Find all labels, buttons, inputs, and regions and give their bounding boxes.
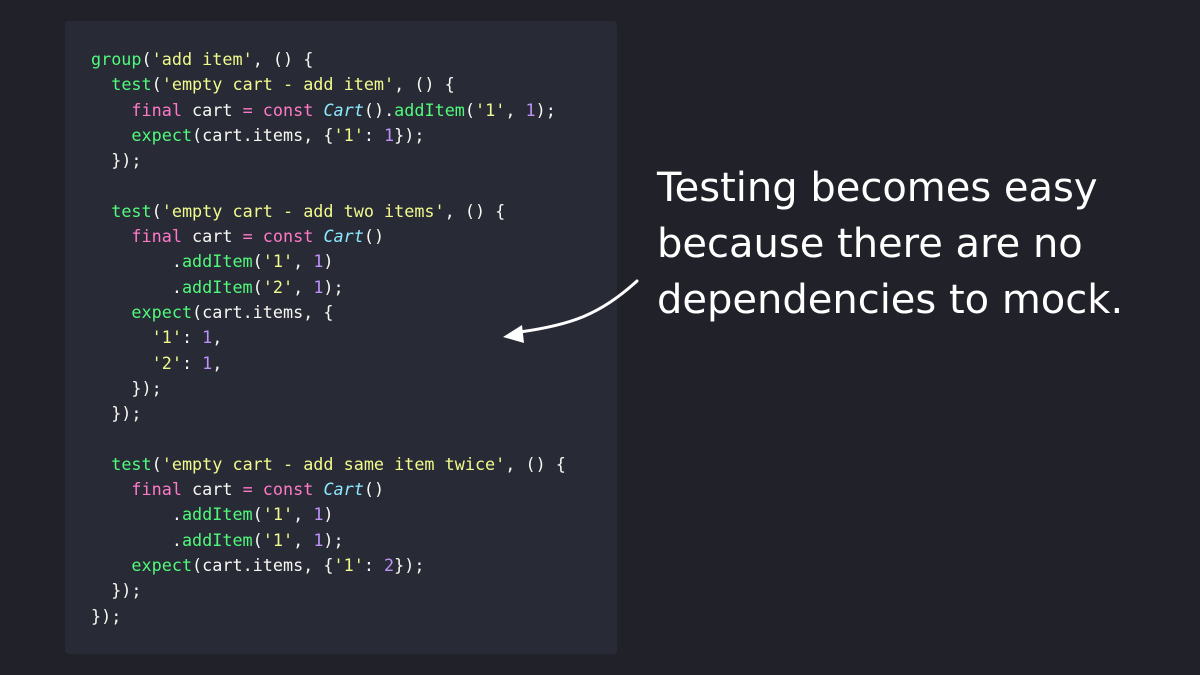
- arrow-shaft: [518, 279, 639, 334]
- curved-arrow-left-icon: [503, 279, 639, 343]
- arrow-head: [503, 325, 524, 343]
